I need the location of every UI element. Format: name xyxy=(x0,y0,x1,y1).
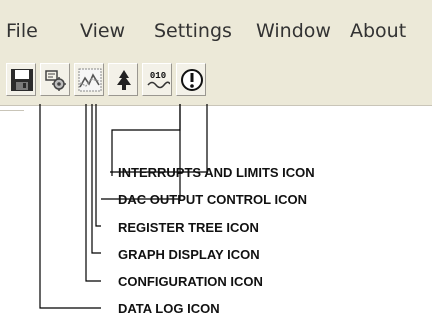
label-graph-display: GRAPH DISPLAY ICON xyxy=(118,247,260,262)
leader-register xyxy=(95,104,101,227)
leader-interrupts xyxy=(110,104,208,173)
label-data-log: DATA LOG ICON xyxy=(118,301,220,316)
callout-leaders xyxy=(39,104,208,309)
label-configuration: CONFIGURATION ICON xyxy=(118,274,263,289)
leader-config xyxy=(85,104,101,282)
label-dac-output: DAC OUTPUT CONTROL ICON xyxy=(118,192,307,207)
label-interrupts-limits: INTERRUPTS AND LIMITS ICON xyxy=(118,165,315,180)
label-register-tree: REGISTER TREE ICON xyxy=(118,220,259,235)
leader-dac xyxy=(101,104,181,200)
